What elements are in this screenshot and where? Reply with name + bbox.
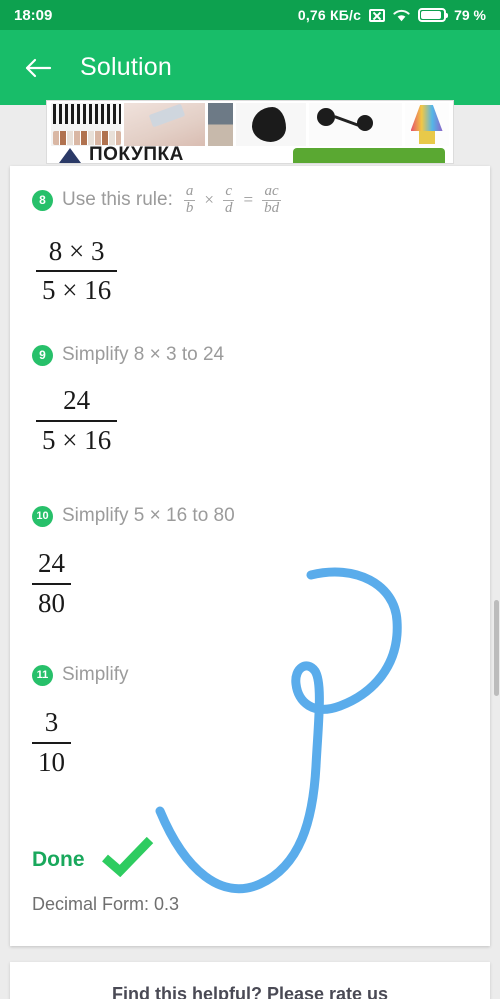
step-result: 3 10 (10, 706, 490, 780)
step-description: Simplify 5 × 16 to 80 (62, 505, 235, 526)
result-numerator: 24 (38, 548, 65, 578)
network-speed-label: 0,76 КБ/с (297, 7, 362, 23)
battery-icon (418, 8, 449, 22)
ad-product-image-piano (51, 103, 121, 146)
result-fraction: 3 10 (32, 706, 71, 780)
rule-left-denominator: b (183, 199, 196, 216)
status-bar: 18:09 0,76 КБ/с 79 % (0, 0, 500, 30)
step-number-badge: 10 (32, 505, 53, 527)
solution-step: 10 Simplify 5 × 16 to 80 24 80 (10, 505, 490, 621)
ad-footer: ПОКУПКА (47, 144, 453, 164)
solution-card: 8 Use this rule: a b × c d = ac bd 8 × 3… (10, 166, 490, 946)
status-icons: 0,76 КБ/с 79 % (298, 7, 486, 23)
rule-fraction-left: a b (183, 183, 196, 217)
rule-mid-numerator: c (225, 183, 233, 199)
solution-step: 9 Simplify 8 × 3 to 24 24 5 × 16 (10, 344, 490, 458)
back-button[interactable] (18, 48, 58, 88)
step-header: 10 Simplify 5 × 16 to 80 (10, 505, 490, 527)
step-header: 9 Simplify 8 × 3 to 24 (10, 344, 490, 366)
solution-step: 11 Simplify 3 10 (10, 664, 490, 780)
rule-fraction-right: ac bd (262, 183, 282, 217)
result-fraction: 8 × 3 5 × 16 (36, 235, 118, 309)
decimal-form-label: Decimal Form: 0.3 (32, 894, 180, 914)
result-numerator: 8 × 3 (48, 235, 105, 266)
ad-product-image-dress (404, 103, 449, 146)
ad-product-image-nails (123, 103, 205, 146)
ad-product-image-earbud (236, 103, 306, 146)
step-result: 8 × 3 5 × 16 (10, 235, 490, 309)
rule-right-denominator: bd (262, 199, 282, 216)
result-fraction: 24 5 × 16 (36, 384, 118, 458)
step-header: 8 Use this rule: a b × c d = ac bd (10, 183, 490, 217)
rule-mid-denominator: d (222, 199, 235, 216)
step-result: 24 5 × 16 (10, 384, 490, 458)
rule-right-numerator: ac (264, 183, 279, 199)
rule-formula: a b × c d = ac bd (181, 183, 284, 217)
result-numerator: 24 (63, 385, 91, 415)
status-clock: 18:09 (14, 6, 53, 24)
result-denominator: 5 × 16 (36, 270, 118, 308)
done-section: Done Decimal Form: 0.3 (10, 836, 490, 915)
rule-operator-equals: = (243, 190, 254, 210)
app-bar: Solution (0, 30, 500, 105)
ad-logo-icon (59, 147, 81, 163)
step-description: Simplify (62, 664, 129, 685)
vertical-scrollbar[interactable] (494, 600, 499, 696)
result-numerator: 3 (44, 707, 59, 737)
rule-operator-times: × (204, 190, 214, 210)
check-mark-icon (101, 836, 155, 882)
ad-thumbnail-strip (47, 101, 453, 146)
battery-percent-label: 79 % (454, 7, 486, 23)
done-label: Done (32, 847, 85, 871)
ad-title: ПОКУПКА (89, 144, 184, 164)
arrow-left-icon (25, 58, 52, 77)
step-header: 11 Simplify (10, 664, 490, 686)
ad-cta-button[interactable] (293, 148, 445, 163)
result-denominator: 5 × 16 (36, 419, 118, 458)
solution-step: 8 Use this rule: a b × c d = ac bd 8 × 3… (10, 183, 490, 309)
rule-fraction-mid: c d (222, 183, 235, 217)
page-title: Solution (80, 53, 172, 81)
result-denominator: 10 (32, 741, 71, 780)
ad-banner[interactable]: ПОКУПКА (46, 100, 454, 164)
step-label: Use this rule: (62, 189, 173, 211)
step-number-badge: 8 (32, 189, 53, 211)
ad-product-image-collage (207, 103, 234, 146)
done-row: Done (10, 836, 490, 882)
no-sim-icon (369, 8, 386, 22)
result-fraction: 24 80 (32, 547, 71, 621)
result-denominator: 80 (32, 582, 71, 621)
ad-product-image-microphone (308, 103, 402, 146)
step-number-badge: 11 (32, 664, 53, 686)
step-description: Use this rule: a b × c d = ac bd (62, 183, 284, 217)
app-root: 18:09 0,76 КБ/с 79 % Solution ПОКУПКА 8 … (0, 0, 500, 999)
step-description: Simplify 8 × 3 to 24 (62, 344, 225, 365)
step-number-badge: 9 (32, 344, 53, 366)
step-result: 24 80 (10, 547, 490, 621)
rule-left-numerator: a (185, 183, 194, 199)
rate-card[interactable]: Find this helpful? Please rate us (10, 962, 490, 999)
wifi-icon (393, 9, 410, 22)
rate-prompt-label: Find this helpful? Please rate us (111, 984, 389, 999)
